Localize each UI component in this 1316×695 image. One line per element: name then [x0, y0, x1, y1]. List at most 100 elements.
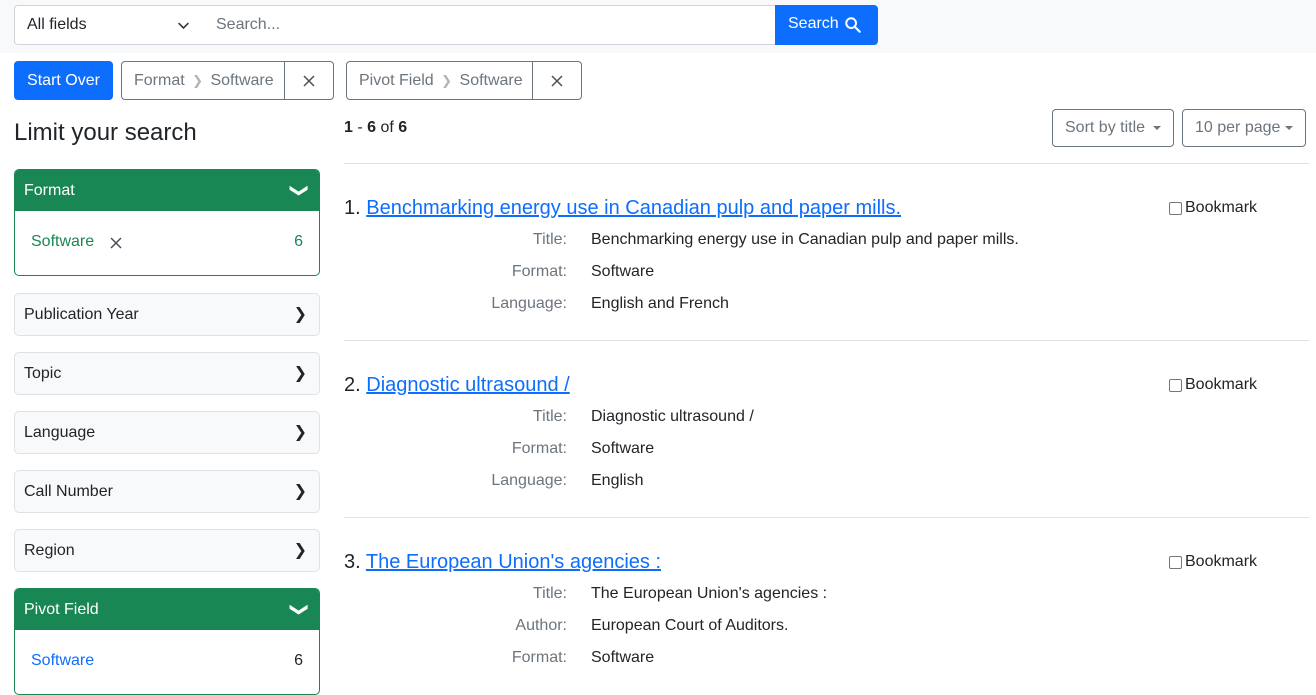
constraint-pivot-label[interactable]: Pivot Field ❯ Software — [347, 62, 535, 99]
facet-label: Region — [24, 542, 75, 559]
constraint-value: Software — [459, 72, 523, 89]
facet-topic[interactable]: Topic ❯ — [14, 352, 320, 395]
divider — [344, 340, 1309, 341]
bookmark-label: Bookmark — [1185, 199, 1258, 216]
facet-count: 6 — [294, 233, 303, 250]
bookmark-label: Bookmark — [1185, 376, 1258, 393]
metadata-value: The European Union's agencies : — [591, 585, 828, 602]
facet-header[interactable]: Pivot Field ❯ — [15, 589, 319, 630]
result-heading: 2. Diagnostic ultrasound / — [344, 374, 570, 397]
chevron-down-icon — [178, 22, 189, 30]
chevron-right-icon: ❯ — [293, 306, 307, 323]
facet-body: Software 6 — [15, 211, 319, 275]
metadata-key: Title: — [532, 585, 567, 602]
facet-label: Call Number — [24, 483, 113, 500]
caret-down-icon — [1285, 126, 1293, 130]
bookmark-checkbox[interactable] — [1169, 555, 1182, 569]
metadata-key: Format: — [511, 440, 567, 457]
facet-call-number[interactable]: Call Number ❯ — [14, 470, 320, 513]
chevron-right-icon: ❯ — [293, 424, 307, 441]
facet-count: 6 — [294, 652, 303, 669]
results-count: 1 - 6 of 6 — [344, 119, 407, 137]
bookmark-toggle[interactable]: Bookmark — [1169, 199, 1257, 217]
facet-region[interactable]: Region ❯ — [14, 529, 320, 572]
facet-label: Pivot Field — [24, 601, 99, 618]
sidebar-heading: Limit your search — [14, 119, 197, 146]
search-button[interactable]: Search — [775, 5, 878, 45]
search-icon — [845, 17, 861, 33]
chevron-right-icon: ❯ — [293, 365, 307, 382]
chevron-right-icon: ❯ — [293, 483, 307, 500]
search-input-placeholder: Search... — [216, 16, 281, 33]
bookmark-checkbox[interactable] — [1169, 378, 1182, 392]
metadata-key: Title: — [532, 408, 567, 425]
search-field-select[interactable]: All fields — [14, 5, 205, 45]
sort-dropdown[interactable]: Sort by title — [1052, 109, 1174, 147]
caret-down-icon — [1153, 126, 1161, 130]
search-input[interactable]: Search... — [204, 5, 776, 45]
metadata-value: English and French — [591, 295, 729, 312]
close-icon — [303, 74, 315, 87]
facet-label: Topic — [24, 365, 62, 382]
breadcrumb-separator-icon: ❯ — [441, 73, 453, 88]
facet-label: Format — [24, 182, 75, 199]
facet-header[interactable]: Format ❯ — [15, 170, 319, 211]
constraint-pivot-field: Pivot Field ❯ Software — [346, 61, 582, 100]
remove-facet-button[interactable] — [110, 236, 122, 254]
range-separator: - — [352, 119, 368, 136]
facet-label: Language — [24, 424, 96, 441]
bookmark-toggle[interactable]: Bookmark — [1169, 553, 1257, 571]
facet-language[interactable]: Language ❯ — [14, 411, 320, 454]
constraint-value: Software — [210, 72, 274, 89]
start-over-button[interactable]: Start Over — [14, 61, 113, 100]
facet-item-link[interactable]: Software — [31, 652, 94, 670]
facet-pivot-field: Pivot Field ❯ Software 6 — [14, 588, 320, 695]
close-icon — [110, 237, 122, 249]
result-title-link[interactable]: The European Union's agencies : — [366, 551, 661, 573]
chevron-down-icon: ❯ — [289, 601, 310, 618]
constraint-format-label[interactable]: Format ❯ Software — [122, 62, 286, 99]
metadata-value: Software — [591, 440, 655, 457]
per-page-dropdown-label: 10 per page — [1195, 119, 1281, 136]
metadata-key: Title: — [532, 231, 567, 248]
metadata-key: Format: — [511, 649, 567, 666]
divider — [344, 517, 1309, 518]
results-total: 6 — [398, 119, 408, 136]
metadata-value: English — [591, 472, 644, 489]
constraint-field: Pivot Field — [359, 72, 434, 89]
breadcrumb-separator-icon: ❯ — [192, 73, 204, 88]
metadata-value: Software — [591, 649, 655, 666]
remove-constraint-button[interactable] — [284, 62, 333, 99]
metadata-value: Diagnostic ultrasound / — [591, 408, 754, 425]
metadata-value: European Court of Auditors. — [591, 617, 789, 634]
close-icon — [551, 74, 563, 87]
facet-label: Publication Year — [24, 306, 139, 323]
constraint-format: Format ❯ Software — [121, 61, 334, 100]
bookmark-toggle[interactable]: Bookmark — [1169, 376, 1257, 394]
bookmark-checkbox[interactable] — [1169, 201, 1182, 215]
divider — [344, 163, 1309, 164]
facet-selected-value: Software — [31, 233, 95, 250]
metadata-key: Author: — [515, 617, 567, 634]
constraint-field: Format — [134, 72, 185, 89]
facet-publication-year[interactable]: Publication Year ❯ — [14, 293, 320, 336]
range-end: 6 — [367, 119, 377, 136]
range-start: 1 — [344, 119, 353, 136]
search-button-label: Search — [788, 15, 839, 32]
result-index: 3. — [344, 551, 361, 573]
metadata-key: Format: — [511, 263, 567, 280]
facet-format: Format ❯ Software 6 — [14, 169, 320, 276]
metadata-key: Language: — [491, 295, 567, 312]
per-page-dropdown[interactable]: 10 per page — [1182, 109, 1306, 147]
search-field-select-label: All fields — [27, 16, 87, 33]
result-title-link[interactable]: Benchmarking energy use in Canadian pulp… — [366, 197, 901, 219]
result-heading: 3. The European Union's agencies : — [344, 551, 661, 574]
facet-body: Software 6 — [15, 630, 319, 694]
result-heading: 1. Benchmarking energy use in Canadian p… — [344, 197, 901, 220]
bookmark-label: Bookmark — [1185, 553, 1258, 570]
remove-constraint-button[interactable] — [532, 62, 581, 99]
chevron-down-icon: ❯ — [289, 182, 310, 199]
metadata-value: Benchmarking energy use in Canadian pulp… — [591, 231, 1019, 248]
range-of: of — [376, 119, 399, 136]
result-title-link[interactable]: Diagnostic ultrasound / — [366, 374, 569, 396]
